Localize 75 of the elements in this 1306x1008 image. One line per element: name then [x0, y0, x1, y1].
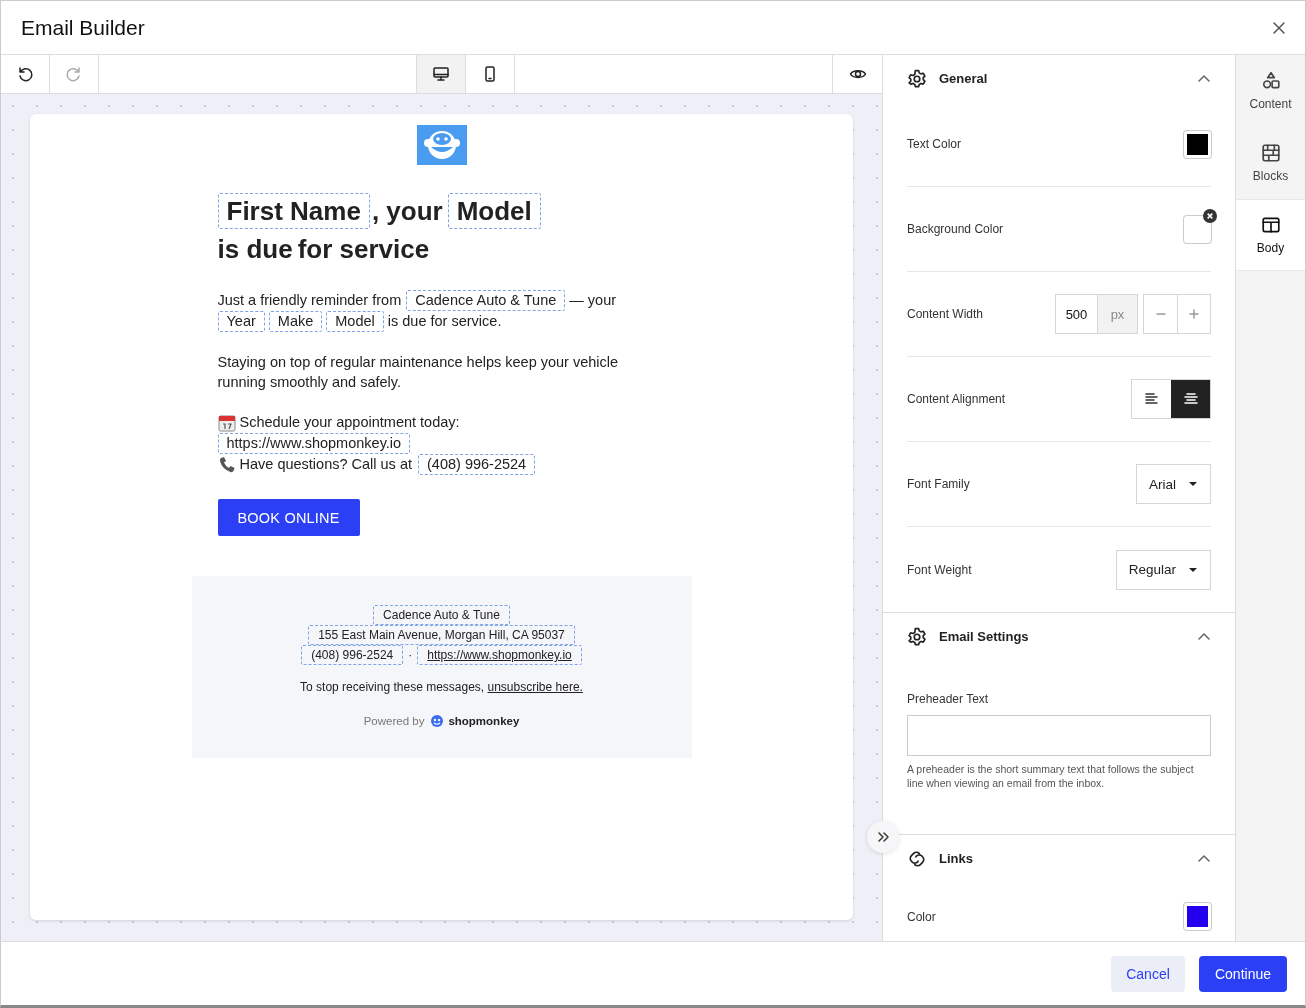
redo-icon [65, 65, 83, 83]
continue-button[interactable]: Continue [1199, 955, 1287, 992]
logo-icon [416, 125, 467, 165]
body-text: Schedule your appointment today: [239, 413, 460, 432]
field-label: Preheader Text [907, 692, 990, 706]
desktop-view-button[interactable] [417, 55, 466, 93]
merge-tag[interactable]: Make [268, 311, 323, 332]
merge-tag[interactable]: (408) 996-2524 [301, 645, 404, 665]
body-text: — your [569, 292, 617, 308]
unsubscribe-link[interactable]: unsubscribe here. [487, 680, 583, 694]
merge-tag[interactable]: Cadence Auto & Tune [373, 605, 510, 625]
link-icon [907, 848, 927, 869]
unit-label: px [1097, 295, 1137, 333]
body-text: Have questions? Call us at [239, 455, 412, 474]
field-label: Color [907, 910, 936, 924]
section-title: Links [939, 851, 974, 866]
double-chevron-icon [876, 830, 890, 844]
book-online-button[interactable]: BOOK ONLINE [217, 499, 360, 536]
settings-icon [907, 68, 927, 89]
brand-name: shopmonkey [448, 715, 520, 727]
field-label: Font Family [907, 477, 970, 491]
plus-icon [1188, 308, 1200, 320]
merge-tag[interactable]: First Name [217, 193, 370, 229]
field-label: Background Color [907, 222, 1004, 236]
merge-tag[interactable]: https://www.shopmonkey.io [217, 433, 411, 454]
color-swatch[interactable] [1184, 130, 1211, 158]
merge-tag[interactable]: https://www.shopmonkey.io [417, 645, 582, 665]
dropdown[interactable]: Regular [1115, 549, 1211, 590]
undo-icon [16, 65, 34, 83]
field-label: Text Color [907, 137, 962, 151]
heading-text: for service [297, 234, 430, 264]
heading-text: , your [371, 196, 443, 226]
merge-tag[interactable]: Year [217, 311, 265, 332]
sidebar-tab[interactable]: Body [1236, 199, 1305, 271]
preheader-input[interactable] [907, 715, 1211, 756]
field-label: Font Weight [907, 562, 972, 577]
body-text: Staying on top of regular maintenance helps keep your vehicle running smoothly and safely. [217, 353, 620, 392]
unsubscribe-notice: To stop receiving these messages, unsubscribe here. [300, 680, 583, 694]
field-label: Content Width [907, 307, 984, 321]
clear-icon[interactable] [1203, 208, 1217, 223]
caret-icon [1188, 480, 1198, 488]
field-label: Content Alignment [907, 392, 1006, 406]
merge-tag[interactable]: Model [447, 193, 541, 229]
align-center-button[interactable] [1171, 380, 1210, 418]
calendar-icon [217, 413, 236, 432]
body-text: is due for service. [387, 313, 502, 329]
color-swatch[interactable] [1184, 215, 1211, 243]
close-icon[interactable] [1271, 19, 1287, 36]
body-text: Just a friendly reminder from [217, 292, 402, 308]
section-title: Email Settings [939, 629, 1030, 644]
width-input[interactable]: 500 px [1055, 294, 1138, 334]
caret-icon [1188, 565, 1198, 574]
section-title: General [939, 71, 989, 86]
help-text: A preheader is the short summary text that follows the subject line when viewing an email from the inbox. [907, 762, 1195, 790]
collapse-panel-button[interactable] [867, 821, 899, 853]
layout-icon [1260, 215, 1281, 235]
merge-tag[interactable]: Model [326, 311, 384, 332]
dropdown[interactable]: Arial [1136, 464, 1211, 504]
align-left-icon [1143, 391, 1160, 407]
heading-text: is due [217, 234, 293, 264]
monitor-icon [432, 65, 450, 83]
grid-icon [1260, 143, 1281, 163]
cancel-button[interactable]: Cancel [1111, 955, 1185, 992]
shapes-icon [1260, 71, 1281, 91]
separator: · [408, 647, 413, 664]
merge-tag[interactable]: 155 East Main Avenue, Morgan Hill, CA 95037 [308, 625, 575, 645]
monkey-logo-icon [430, 714, 445, 728]
align-center-icon [1182, 391, 1199, 407]
merge-tag[interactable]: (408) 996-2524 [418, 454, 536, 475]
window-title: Email Builder [21, 15, 145, 40]
merge-tag[interactable]: Cadence Auto & Tune [406, 290, 566, 311]
color-swatch[interactable] [1184, 903, 1211, 930]
settings-icon [907, 626, 927, 647]
phone-icon [217, 455, 236, 474]
powered-by-text: Powered by [363, 715, 425, 727]
